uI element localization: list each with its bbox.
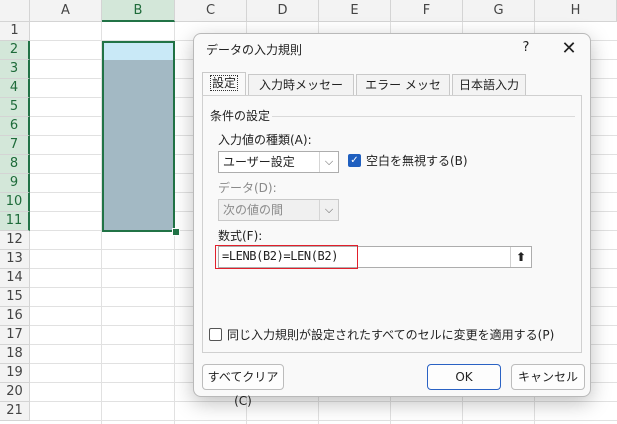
cancel-button[interactable]: キャンセル <box>511 364 585 390</box>
clear-all-button[interactable]: すべてクリア(C) <box>202 364 284 408</box>
column-header-d[interactable]: D <box>247 0 319 22</box>
row-header-8[interactable]: 8 <box>0 155 30 174</box>
selected-range-b2-b11[interactable] <box>102 41 175 232</box>
row-header-5[interactable]: 5 <box>0 98 30 117</box>
select-all-corner[interactable] <box>0 0 30 22</box>
allow-value: ユーザー設定 <box>223 155 295 169</box>
dialog-title: データの入力規則 <box>206 43 303 57</box>
ignore-blank-checkbox[interactable]: ✓ <box>348 154 361 167</box>
row-header-1[interactable]: 1 <box>0 22 30 41</box>
section-divider <box>272 116 575 117</box>
collapse-dialog-icon[interactable]: ⬆ <box>510 247 531 267</box>
apply-all-label[interactable]: 同じ入力規則が設定されたすべてのセルに変更を適用する(P) <box>227 326 554 343</box>
row-header-21[interactable]: 21 <box>0 402 30 421</box>
column-header-a[interactable]: A <box>30 0 102 22</box>
data-value: 次の値の間 <box>223 203 284 217</box>
row-header-4[interactable]: 4 <box>0 79 30 98</box>
chevron-down-icon[interactable]: ⌵ <box>319 152 338 172</box>
row-gridline <box>30 401 617 402</box>
tab-input-message[interactable]: 入力時メッセージ <box>248 74 354 112</box>
row-header-9[interactable]: 9 <box>0 174 30 193</box>
column-header-b[interactable]: B <box>102 0 175 22</box>
row-gridline <box>30 420 617 421</box>
tab-ime-mode[interactable]: 日本語入力 <box>452 74 526 95</box>
ok-button[interactable]: OK <box>427 364 501 390</box>
tab-settings[interactable]: 設定 <box>202 72 246 95</box>
formula-value[interactable]: =LENB(B2)=LEN(B2) <box>222 249 338 263</box>
row-header-10[interactable]: 10 <box>0 193 30 212</box>
data-validation-dialog: データの入力規則 ? ✕ 設定 入力時メッセージ エラー メッセージ 日本語入力… <box>193 33 591 408</box>
active-cell-b2[interactable] <box>104 43 173 60</box>
row-header-14[interactable]: 14 <box>0 269 30 288</box>
apply-all-checkbox[interactable] <box>209 328 222 341</box>
chevron-down-icon: ⌵ <box>319 200 338 220</box>
column-header-h[interactable]: H <box>535 0 617 22</box>
data-label: データ(D): <box>218 181 277 195</box>
row-header-2[interactable]: 2 <box>0 41 30 60</box>
row-header-11[interactable]: 11 <box>0 212 30 231</box>
row-header-6[interactable]: 6 <box>0 117 30 136</box>
row-header-12[interactable]: 12 <box>0 231 30 250</box>
row-header-15[interactable]: 15 <box>0 288 30 307</box>
row-header-19[interactable]: 19 <box>0 364 30 383</box>
column-header-g[interactable]: G <box>463 0 535 22</box>
close-icon[interactable]: ✕ <box>558 38 580 60</box>
help-button[interactable]: ? <box>516 40 536 58</box>
row-header-16[interactable]: 16 <box>0 307 30 326</box>
row-header-3[interactable]: 3 <box>0 60 30 79</box>
row-header-7[interactable]: 7 <box>0 136 30 155</box>
row-header-18[interactable]: 18 <box>0 345 30 364</box>
column-header-c[interactable]: C <box>175 0 247 22</box>
data-select: 次の値の間 ⌵ <box>218 199 339 221</box>
row-header-13[interactable]: 13 <box>0 250 30 269</box>
tab-error-alert[interactable]: エラー メッセージ <box>356 74 450 112</box>
section-title: 条件の設定 <box>210 109 271 123</box>
row-header-20[interactable]: 20 <box>0 383 30 402</box>
fill-handle[interactable] <box>172 228 180 236</box>
column-header-e[interactable]: E <box>319 0 391 22</box>
row-header-17[interactable]: 17 <box>0 326 30 345</box>
formula-label: 数式(F): <box>218 229 263 243</box>
allow-select[interactable]: ユーザー設定 ⌵ <box>218 151 339 173</box>
ignore-blank-label[interactable]: 空白を無視する(B) <box>366 152 468 169</box>
allow-label: 入力値の種類(A): <box>218 133 312 147</box>
column-header-f[interactable]: F <box>391 0 463 22</box>
